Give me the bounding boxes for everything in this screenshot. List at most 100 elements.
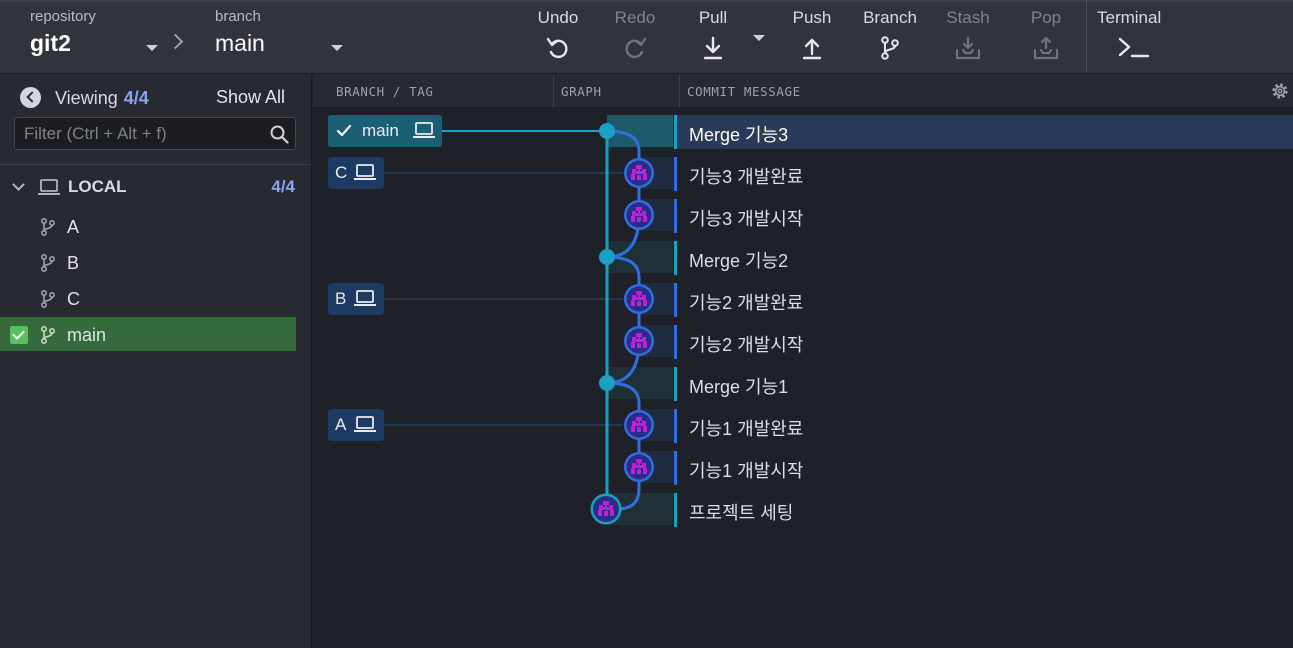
sidebar-branch-main[interactable]: main xyxy=(0,317,296,351)
feature-lane-3 xyxy=(606,129,641,259)
commit-message: 기능2 개발완료 xyxy=(689,293,804,313)
viewing-label: Viewing xyxy=(55,88,118,108)
push-label: Push xyxy=(792,8,832,27)
pull-options-caret-icon[interactable] xyxy=(753,35,765,41)
toolbar-separator xyxy=(1086,0,1087,72)
commit-message: 프로젝트 세팅 xyxy=(689,503,794,523)
show-all-button[interactable]: Show All xyxy=(216,87,285,108)
local-section-header[interactable]: LOCAL 4/4 xyxy=(0,172,311,202)
feature-lane-1 xyxy=(606,381,641,511)
branch-name: A xyxy=(67,217,80,237)
commit-row[interactable]: Merge 기능3 xyxy=(674,115,1293,149)
commit-row[interactable]: 기능1 개발시작 xyxy=(674,451,1293,485)
viewing-indicator: Viewing 4/4 xyxy=(55,88,149,109)
sidebar-branch-c[interactable]: C xyxy=(0,281,296,315)
branch-name: main xyxy=(67,325,107,345)
merge-commit-dot[interactable] xyxy=(599,249,615,265)
redo-icon xyxy=(625,37,647,59)
branch-name: B xyxy=(67,253,80,273)
commit-lane-marker xyxy=(674,409,677,443)
commit-lane-marker xyxy=(674,325,677,359)
ref-tag-a[interactable]: A xyxy=(328,409,384,441)
pop-label: Pop xyxy=(1030,8,1062,27)
checked-out-checkbox-icon xyxy=(10,326,28,344)
column-branch-tag[interactable]: BRANCH / TAG xyxy=(336,84,434,99)
redo-button[interactable]: Redo xyxy=(598,8,672,61)
left-panel: Viewing4/4 Show All LOCAL 4/4 A xyxy=(0,74,312,648)
commit-row[interactable]: 기능3 개발시작 xyxy=(674,199,1293,233)
commit-message: 기능3 개발시작 xyxy=(689,209,804,229)
commit-message: 기능1 개발시작 xyxy=(689,461,804,481)
commit-row[interactable]: 기능2 개발완료 xyxy=(674,283,1293,317)
ref-tag-b[interactable]: B xyxy=(328,283,384,315)
column-resize-handle[interactable] xyxy=(553,74,554,108)
toolbar-top-strip xyxy=(0,0,1293,2)
local-section-count: 4/4 xyxy=(271,177,295,196)
chevron-down-icon xyxy=(12,178,25,191)
commit-message: Merge 기능2 xyxy=(689,251,789,271)
column-graph[interactable]: GRAPH xyxy=(561,84,602,99)
ref-tag-label: A xyxy=(335,415,347,434)
undo-icon xyxy=(546,37,568,59)
commit-lane-marker xyxy=(674,157,677,191)
toolbar: repository git2 branch main Undo Redo Pu xyxy=(0,0,1293,74)
branch-icon xyxy=(41,254,56,272)
merge-commit-dot[interactable] xyxy=(599,123,615,139)
stash-icon xyxy=(955,36,981,60)
push-icon xyxy=(802,38,822,60)
ref-tag-main[interactable]: main xyxy=(328,115,442,147)
ref-tag-label: B xyxy=(335,289,347,308)
undo-button[interactable]: Undo xyxy=(521,8,595,61)
stash-button[interactable]: Stash xyxy=(931,8,1005,61)
avatar[interactable] xyxy=(624,158,654,188)
feature-lane-2 xyxy=(606,255,641,385)
laptop-icon xyxy=(354,164,376,180)
terminal-button[interactable]: Terminal xyxy=(1097,8,1177,60)
column-resize-handle[interactable] xyxy=(679,74,680,108)
commit-row[interactable]: 기능2 개발시작 xyxy=(674,325,1293,359)
repository-caret-icon[interactable] xyxy=(146,45,158,51)
commit-row[interactable]: 기능3 개발완료 xyxy=(674,157,1293,191)
push-button[interactable]: Push xyxy=(775,8,849,61)
commit-message: 기능1 개발완료 xyxy=(689,419,804,439)
ref-tag-label: C xyxy=(335,163,348,182)
pop-button[interactable]: Pop xyxy=(1009,8,1083,61)
gear-icon[interactable] xyxy=(1270,81,1290,101)
avatar[interactable] xyxy=(624,284,654,314)
pull-button[interactable]: Pull xyxy=(676,8,750,61)
commit-row[interactable]: 프로젝트 세팅 xyxy=(674,493,1293,527)
avatar[interactable] xyxy=(624,452,654,482)
filter-input[interactable] xyxy=(14,117,296,150)
laptop-icon xyxy=(413,122,435,138)
column-commit-message[interactable]: COMMIT MESSAGE xyxy=(687,84,801,99)
commit-lane-marker xyxy=(674,199,677,233)
ref-tag-c[interactable]: C xyxy=(328,157,384,189)
avatar[interactable] xyxy=(624,410,654,440)
branch-name: main xyxy=(215,30,265,56)
branch-button[interactable]: Branch xyxy=(853,8,927,61)
branch-caret-icon[interactable] xyxy=(331,45,343,51)
commit-lane-marker xyxy=(674,367,677,401)
commit-row[interactable]: Merge 기능2 xyxy=(674,241,1293,275)
commit-lane-marker xyxy=(674,115,677,149)
branch-label: branch xyxy=(215,8,261,25)
merge-commit-dot[interactable] xyxy=(599,375,615,391)
commit-lane-marker xyxy=(674,283,677,317)
commit-row[interactable]: Merge 기능1 xyxy=(674,367,1293,401)
avatar[interactable] xyxy=(624,200,654,230)
viewing-count: 4/4 xyxy=(123,88,149,108)
commit-row[interactable]: 기능1 개발완료 xyxy=(674,409,1293,443)
avatar[interactable] xyxy=(590,493,622,525)
branch-icon xyxy=(41,218,56,236)
undo-label: Undo xyxy=(537,8,579,27)
laptop-icon xyxy=(38,179,60,195)
branch-icon xyxy=(41,290,56,308)
avatar[interactable] xyxy=(624,326,654,356)
pull-icon xyxy=(703,36,723,60)
branch-button-label: Branch xyxy=(863,8,917,27)
repository-selector[interactable]: repository git2 xyxy=(30,8,160,57)
sidebar-branch-b[interactable]: B xyxy=(0,245,296,279)
back-arrow-icon[interactable] xyxy=(20,87,41,108)
branch-selector[interactable]: branch main xyxy=(215,8,350,57)
sidebar-branch-a[interactable]: A xyxy=(0,209,296,243)
